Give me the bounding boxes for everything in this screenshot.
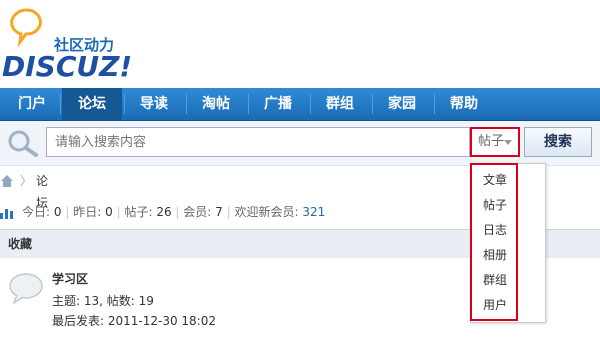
nav-divider <box>186 94 187 114</box>
stat-posts-label: 帖子: <box>124 205 153 219</box>
search-scope-value: 帖子 <box>478 134 505 149</box>
speech-bubble-icon <box>9 273 43 304</box>
nav-portal[interactable]: 门户 <box>10 88 54 120</box>
search-scope-dropdown: 文章 帖子 日志 相册 群组 用户 <box>470 163 546 323</box>
nav-divider <box>310 94 311 114</box>
nav-forum[interactable]: 论坛 <box>62 88 122 120</box>
scope-option-album[interactable]: 相册 <box>471 243 519 268</box>
logo-wordmark: DISCUZ! <box>2 50 132 83</box>
home-icon[interactable] <box>0 174 14 188</box>
header: 社区动力 DISCUZ! <box>0 0 600 88</box>
forum-last-post: 最后发表: 2011-12-30 18:02 <box>52 314 216 328</box>
stat-posts-value: 26 <box>156 205 172 219</box>
magnifier-icon <box>8 130 38 157</box>
stat-today-label: 今日: <box>22 205 51 219</box>
nav-help[interactable]: 帮助 <box>438 88 490 120</box>
main-nav: 门户 论坛 导读 淘帖 广播 群组 家园 帮助 <box>0 88 600 121</box>
nav-divider <box>372 94 373 114</box>
nav-collection[interactable]: 淘帖 <box>190 88 242 120</box>
nav-divider <box>124 94 125 114</box>
scope-option-user[interactable]: 用户 <box>471 293 519 318</box>
nav-divider <box>60 94 61 114</box>
nav-guide[interactable]: 导读 <box>128 88 180 120</box>
scope-option-post[interactable]: 帖子 <box>471 193 519 218</box>
section-title: 收藏 <box>8 237 33 251</box>
stat-members-label: 会员: <box>183 205 212 219</box>
stat-welcome-label: 欢迎新会员: <box>234 205 299 219</box>
search-scope-select[interactable]: 帖子 <box>470 127 520 157</box>
search-input[interactable] <box>46 127 470 157</box>
nav-group[interactable]: 群组 <box>314 88 366 120</box>
chevron-down-icon <box>504 140 512 145</box>
forum-meta: 主题: 13, 帖数: 19 <box>52 294 154 308</box>
stat-members-value: 7 <box>215 205 223 219</box>
scope-option-article[interactable]: 文章 <box>471 168 519 193</box>
bar-chart-icon <box>0 209 13 219</box>
stat-yesterday-value: 0 <box>105 205 113 219</box>
breadcrumb-separator: 〉 <box>20 174 33 188</box>
new-member-link[interactable]: 321 <box>302 205 325 219</box>
scope-option-group[interactable]: 群组 <box>471 268 519 293</box>
nav-divider <box>248 94 249 114</box>
search-bar: 帖子 搜索 <box>0 121 600 166</box>
scope-option-blog[interactable]: 日志 <box>471 218 519 243</box>
nav-home[interactable]: 家园 <box>376 88 428 120</box>
forum-name-link[interactable]: 学习区 <box>52 270 88 287</box>
discuz-logo[interactable]: 社区动力 DISCUZ! <box>0 0 160 88</box>
search-button[interactable]: 搜索 <box>524 127 592 157</box>
nav-broadcast[interactable]: 广播 <box>252 88 304 120</box>
stat-yesterday-label: 昨日: <box>73 205 102 219</box>
nav-divider <box>434 94 435 114</box>
stat-today-value: 0 <box>53 205 62 219</box>
